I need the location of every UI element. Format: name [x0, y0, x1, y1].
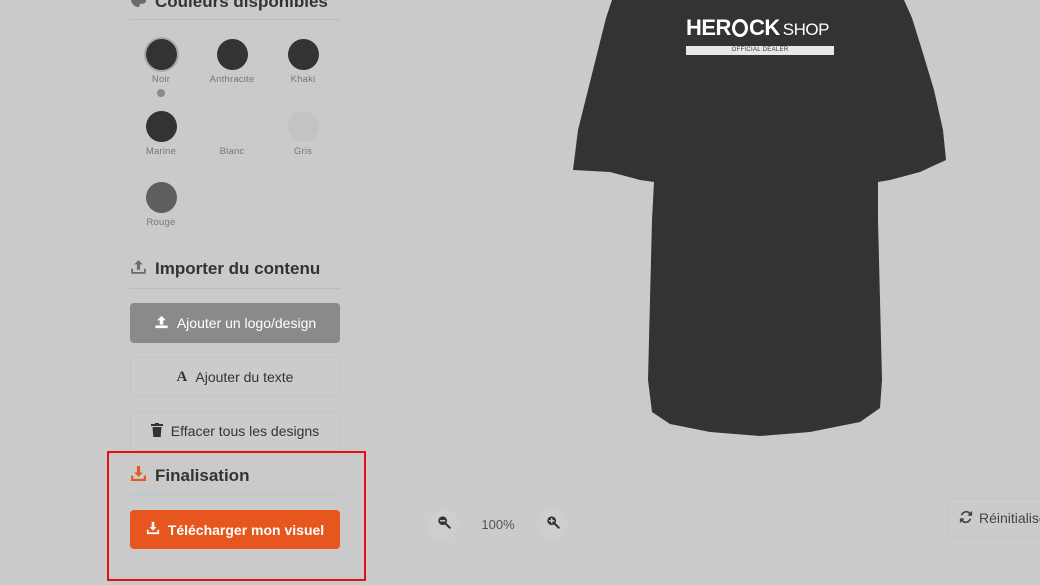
highlight-box [107, 451, 366, 581]
import-section-title: Importer du contenu [130, 258, 320, 280]
divider [130, 19, 340, 20]
color-dot [216, 111, 248, 142]
zoom-in-button[interactable] [537, 508, 568, 540]
zoom-in-icon [546, 515, 560, 534]
add-logo-button[interactable]: Ajouter un logo/design [130, 303, 340, 343]
tshirt-preview[interactable] [560, 0, 960, 450]
color-swatch-marine[interactable]: Marine [131, 111, 191, 157]
color-dot [145, 182, 177, 213]
color-swatch-blanc[interactable]: Blanc [202, 111, 262, 157]
zoom-controls: 100% [428, 507, 568, 541]
trash-icon [150, 422, 163, 440]
reset-button[interactable]: Réinitialiser [948, 498, 1040, 538]
color-swatch-gris[interactable]: Gris [273, 111, 333, 157]
upload-icon [154, 315, 169, 332]
divider [130, 288, 340, 289]
zoom-out-button[interactable] [428, 508, 459, 540]
brand-logo: HER CK SHOP OFFICIAL DEALER [686, 16, 836, 58]
refresh-icon [959, 510, 973, 527]
upload-icon [130, 258, 147, 280]
color-dot [216, 39, 248, 70]
selected-indicator [157, 89, 165, 97]
color-dot [287, 111, 319, 142]
color-swatch-khaki[interactable]: Khaki [273, 39, 333, 85]
color-swatch-rouge[interactable]: Rouge [131, 182, 191, 228]
color-dot [145, 111, 177, 142]
clear-designs-button[interactable]: Effacer tous les designs [130, 411, 340, 451]
zoom-out-icon [437, 515, 451, 534]
fingerprint-icon [731, 19, 748, 37]
colors-section-title: Couleurs disponibles [130, 0, 328, 13]
color-swatch-noir[interactable]: Noir [131, 39, 191, 85]
palette-icon [130, 0, 147, 13]
color-dot [287, 39, 319, 70]
color-dot [145, 39, 177, 70]
text-icon: A [176, 368, 188, 385]
color-swatch-anthracite[interactable]: Anthracite [202, 39, 262, 85]
zoom-level: 100% [481, 516, 515, 532]
add-text-button[interactable]: A Ajouter du texte [130, 357, 340, 397]
